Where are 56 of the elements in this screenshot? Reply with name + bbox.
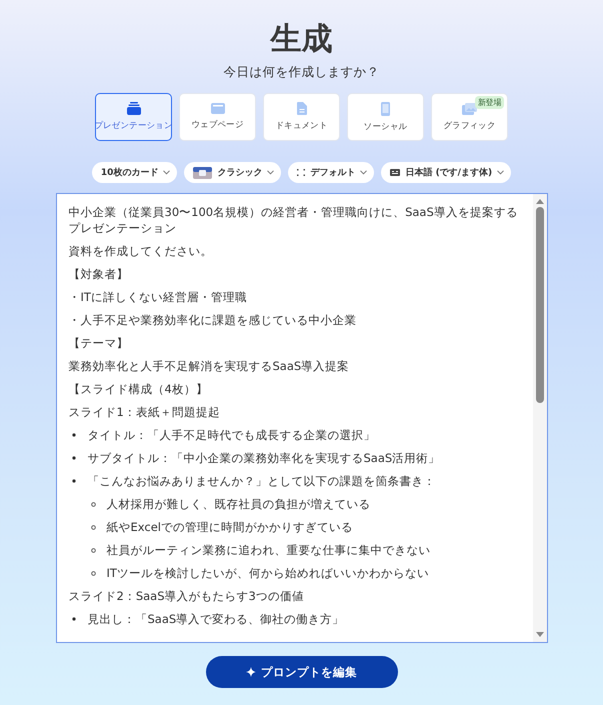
prompt-line: 紙やExcelでの管理に時間がかかりすぎている xyxy=(68,519,520,535)
scroll-down-icon[interactable] xyxy=(536,632,544,638)
sparkle-icon xyxy=(246,667,256,677)
circle-bullet-icon xyxy=(90,570,96,576)
prompt-line: 業務効率化と人手不足解消を実現するSaaS導入提案 xyxy=(68,358,350,374)
scroll-up-icon[interactable] xyxy=(536,198,544,204)
prompt-line: ・人手不足や業務効率化に課題を感じている中小企業 xyxy=(68,312,358,328)
prompt-line: 資料を作成してください。 xyxy=(68,243,214,259)
bullet-icon xyxy=(72,617,76,621)
theme-thumbnail-icon xyxy=(193,166,212,178)
prompt-line: スライド1：表紙＋問題提起 xyxy=(68,404,221,420)
scroll-thumb[interactable] xyxy=(536,207,544,403)
prompt-line: スライド2：SaaS導入がもたらす3つの価値 xyxy=(68,588,305,604)
prompt-line: 【対象者】 xyxy=(68,266,130,282)
document-icon xyxy=(296,102,306,115)
phone-icon xyxy=(381,102,390,116)
page-title: 生成 xyxy=(270,20,332,58)
bullet-icon xyxy=(72,479,76,483)
chevron-down-icon xyxy=(497,170,504,175)
content-type-tab[interactable]: ウェブページ xyxy=(179,93,256,141)
keyboard-icon xyxy=(390,169,400,176)
option-dropdown[interactable]: 日本語 (です/ます体) xyxy=(381,162,512,183)
prompt-line: 社員がルーティン業務に追われ、重要な仕事に集中できない xyxy=(68,542,520,558)
dotted-frame-icon xyxy=(297,169,306,176)
prompt-line: 中小企業（従業員30〜100名規模）の経営者・管理職向けに、SaaS導入を提案するプレゼンテーション xyxy=(68,204,519,236)
prompt-line: ・ITに詳しくない経営層・管理職 xyxy=(68,289,248,305)
prompt-line: 【スライド構成（4枚）】 xyxy=(68,381,209,397)
prompt-line: 人材採用が難しく、既存社員の負担が増えている xyxy=(68,496,520,512)
prompt-text-area[interactable] xyxy=(56,193,548,643)
option-dropdown[interactable]: デフォルト xyxy=(288,162,374,183)
option-dropdown[interactable]: クラシック xyxy=(184,162,282,183)
prompt-line: 「こんなお悩みありませんか？」として以下の課題を箇条書き： xyxy=(68,473,520,489)
browser-window-icon xyxy=(210,103,224,114)
circle-bullet-icon xyxy=(90,502,96,506)
content-type-tab[interactable]: ソーシャル xyxy=(347,93,424,141)
prompt-line: タイトル：「人手不足時代でも成長する企業の選択」 xyxy=(68,427,520,443)
bullet-icon xyxy=(72,456,76,460)
circle-bullet-icon xyxy=(90,548,96,552)
bullet-icon xyxy=(72,433,76,437)
image-icon xyxy=(462,102,477,114)
option-dropdown[interactable]: 10枚のカード xyxy=(92,162,178,183)
prompt-line: サブタイトル：「中小企業の業務効率化を実現するSaaS活用術」 xyxy=(68,450,520,466)
content-type-tab[interactable]: ドキュメント xyxy=(263,93,340,141)
new-badge: 新登場 xyxy=(474,96,504,109)
circle-bullet-icon xyxy=(90,524,96,530)
chevron-down-icon xyxy=(360,170,368,175)
edit-prompt-button[interactable]: プロンプトを編集 xyxy=(206,656,398,688)
chevron-down-icon xyxy=(267,170,274,175)
prompt-line: 【テーマ】 xyxy=(68,335,130,351)
chevron-down-icon xyxy=(163,170,170,175)
prompt-line: ITツールを検討したいが、何から始めればいいかわからない xyxy=(68,565,520,581)
stack-icon xyxy=(126,102,140,115)
content-type-tab[interactable]: 新登場 グラフィック xyxy=(431,93,508,141)
scrollbar[interactable] xyxy=(532,194,546,642)
subtitle: 今日は何を作成しますか？ xyxy=(224,64,380,81)
prompt-line: 見出し：「SaaS導入で変わる、御社の働き方」 xyxy=(68,611,520,627)
